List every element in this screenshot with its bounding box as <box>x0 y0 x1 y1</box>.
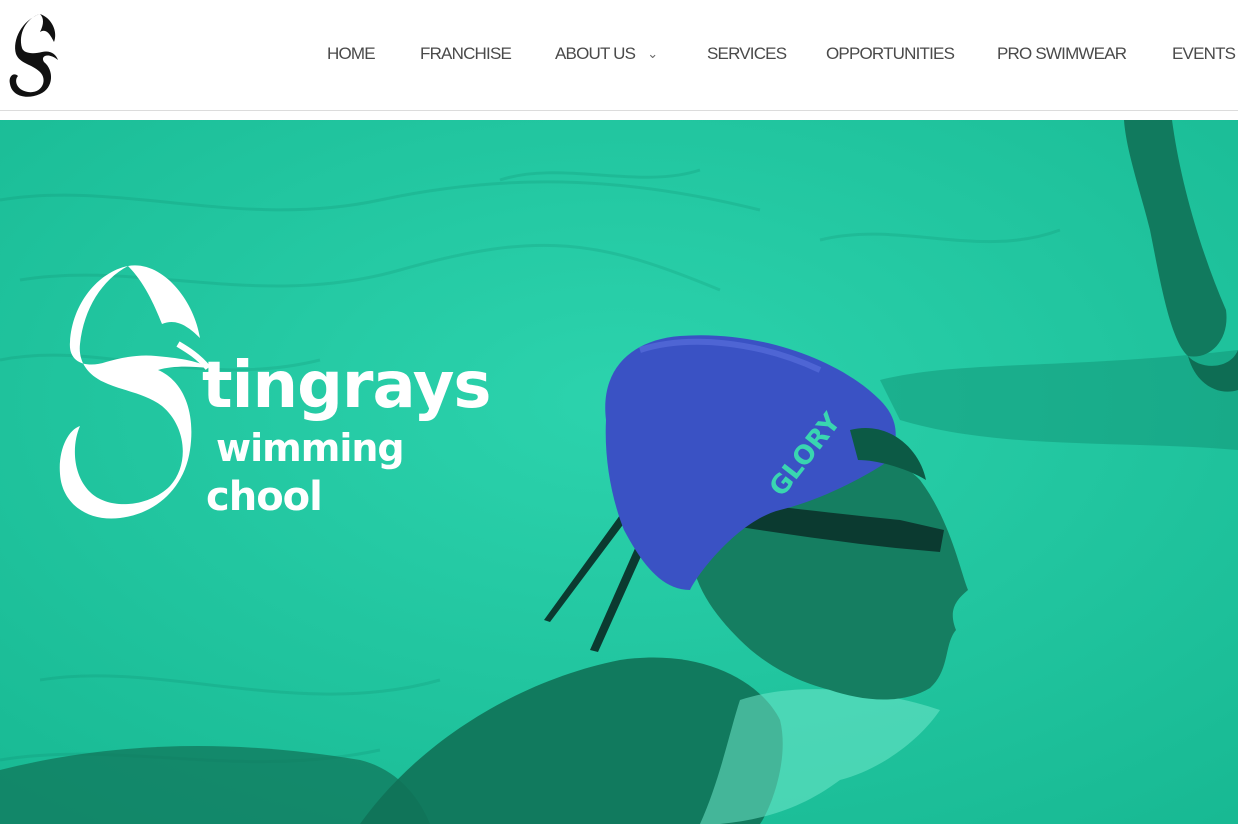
nav-services[interactable]: SERVICES <box>707 43 787 65</box>
brand-word-tingrays: tingrays <box>202 349 491 423</box>
nav-franchise[interactable]: FRANCHISE <box>420 43 512 65</box>
nav-about-us-label: ABOUT US <box>555 44 636 63</box>
chevron-down-icon[interactable]: ⌄ <box>647 43 658 65</box>
hero-banner: GLORY tingrays wimming chool <box>0 120 1238 824</box>
brand-word-wimming: wimming <box>216 426 405 470</box>
main-navigation: HOME FRANCHISE ABOUT US ⌄ SERVICES OPPORT… <box>0 0 1238 110</box>
site-header: HOME FRANCHISE ABOUT US ⌄ SERVICES OPPORT… <box>0 0 1238 111</box>
brand-word-chool: chool <box>206 474 323 520</box>
nav-about-us[interactable]: ABOUT US ⌄ <box>555 43 658 65</box>
nav-pro-swimwear[interactable]: PRO SWIMWEAR <box>997 43 1127 65</box>
nav-opportunities[interactable]: OPPORTUNITIES <box>826 43 955 65</box>
nav-home[interactable]: HOME <box>327 43 376 65</box>
nav-events[interactable]: EVENTS <box>1172 43 1236 65</box>
